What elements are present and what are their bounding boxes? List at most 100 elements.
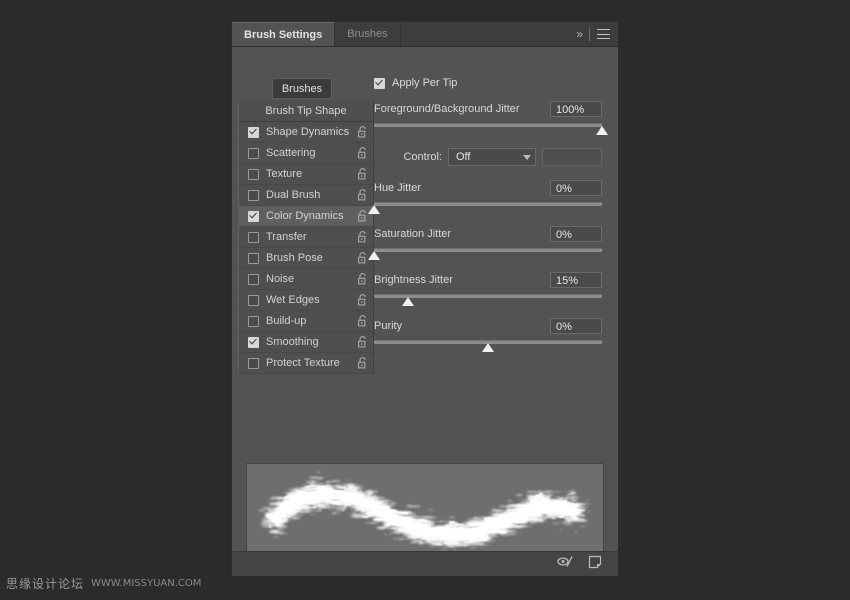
brush-tip-shape-header[interactable]: Brush Tip Shape	[239, 101, 373, 122]
hue-jitter-label: Hue Jitter	[374, 182, 422, 194]
option-checkbox[interactable]	[248, 315, 259, 327]
purity-thumb[interactable]	[482, 343, 494, 352]
saturation-jitter-value[interactable]: 0%	[550, 226, 602, 242]
option-checkbox[interactable]	[248, 357, 259, 369]
option-label: Wet Edges	[266, 294, 320, 306]
option-label: Texture	[266, 168, 303, 180]
option-checkbox[interactable]	[248, 231, 259, 243]
option-checkbox[interactable]	[248, 336, 259, 348]
brush-option-texture[interactable]: Texture	[239, 164, 373, 185]
option-checkbox[interactable]	[248, 294, 259, 306]
brush-option-color-dynamics[interactable]: Color Dynamics	[239, 206, 373, 227]
brightness-jitter-row: Brightness Jitter 15%	[374, 272, 602, 288]
fg-bg-jitter-track	[374, 123, 602, 127]
panel-tab-bar: Brush Settings Brushes »	[232, 22, 618, 47]
tab-brushes[interactable]: Brushes	[335, 22, 401, 46]
tab-brush-settings[interactable]: Brush Settings	[232, 22, 336, 46]
purity-row: Purity 0%	[374, 318, 602, 334]
option-checkbox[interactable]	[248, 210, 259, 222]
fg-bg-jitter-thumb[interactable]	[596, 126, 608, 135]
option-checkbox[interactable]	[248, 147, 259, 159]
tab-brush-settings-label: Brush Settings	[244, 28, 323, 41]
purity-slider[interactable]	[374, 338, 602, 355]
control-row: Control: Off	[374, 148, 602, 166]
apply-per-tip-checkbox[interactable]	[374, 77, 385, 89]
brush-option-transfer[interactable]: Transfer	[239, 227, 373, 248]
fg-bg-jitter-row: Foreground/Background Jitter 100%	[374, 101, 602, 117]
brush-option-smoothing[interactable]: Smoothing	[239, 332, 373, 353]
option-checkbox[interactable]	[248, 126, 259, 138]
option-label: Dual Brush	[266, 189, 321, 201]
hue-jitter-slider[interactable]	[368, 200, 602, 217]
control-extra-field[interactable]	[542, 148, 602, 166]
fg-bg-jitter-slider[interactable]	[374, 121, 608, 138]
brush-option-build-up[interactable]: Build-up	[239, 311, 373, 332]
lock-open-icon[interactable]	[357, 126, 368, 138]
control-dropdown[interactable]: Off	[448, 148, 536, 166]
brightness-jitter-thumb[interactable]	[402, 297, 415, 306]
panel-body: Brushes Brush Tip Shape Shape Dynamics Sc…	[232, 47, 618, 576]
option-checkbox[interactable]	[248, 168, 259, 180]
panel-menu-icon[interactable]	[597, 29, 610, 39]
brush-stroke-graphic	[264, 483, 584, 546]
hue-jitter-thumb[interactable]	[368, 205, 380, 214]
color-dynamics-controls: Apply Per Tip Foreground/Background Jitt…	[368, 77, 608, 364]
purity-value[interactable]: 0%	[550, 318, 602, 334]
watermark-cn: 思缘设计论坛	[6, 577, 85, 591]
option-checkbox[interactable]	[248, 273, 259, 285]
saturation-jitter-track	[374, 248, 602, 252]
toggle-brush-settings-icon[interactable]	[557, 555, 574, 573]
create-new-brush-icon[interactable]	[588, 555, 602, 574]
brush-option-protect-texture[interactable]: Protect Texture	[239, 353, 373, 374]
lock-open-icon[interactable]	[357, 147, 368, 159]
brush-stroke-preview	[246, 463, 604, 563]
apply-per-tip-row[interactable]: Apply Per Tip	[374, 77, 602, 89]
brush-option-wet-edges[interactable]: Wet Edges	[239, 290, 373, 311]
option-label: Protect Texture	[266, 357, 340, 369]
tab-brushes-label: Brushes	[347, 28, 388, 40]
lock-open-icon[interactable]	[357, 294, 368, 306]
brush-option-rows: Shape Dynamics Scattering Texture Dual Brus…	[239, 122, 373, 374]
brightness-jitter-slider[interactable]	[374, 292, 602, 309]
lock-open-icon[interactable]	[357, 315, 368, 327]
saturation-jitter-thumb[interactable]	[368, 251, 380, 260]
hue-jitter-value[interactable]: 0%	[550, 180, 602, 196]
brightness-jitter-label: Brightness Jitter	[374, 274, 453, 286]
brush-option-shape-dynamics[interactable]: Shape Dynamics	[239, 122, 373, 143]
brush-option-noise[interactable]: Noise	[239, 269, 373, 290]
brush-option-scattering[interactable]: Scattering	[239, 143, 373, 164]
watermark-en: WWW.MISSYUAN.COM	[91, 578, 202, 589]
option-checkbox[interactable]	[248, 252, 259, 264]
lock-open-icon[interactable]	[357, 252, 368, 264]
saturation-jitter-slider[interactable]	[368, 246, 602, 263]
lock-open-icon[interactable]	[357, 168, 368, 180]
brush-settings-panel: Brush Settings Brushes » Brushes Brush T…	[232, 22, 618, 576]
fg-bg-jitter-label: Foreground/Background Jitter	[374, 103, 520, 115]
brush-option-dual-brush[interactable]: Dual Brush	[239, 185, 373, 206]
saturation-jitter-label: Saturation Jitter	[374, 228, 452, 240]
lock-open-icon[interactable]	[357, 273, 368, 285]
option-label: Smoothing	[266, 336, 319, 348]
lock-open-icon[interactable]	[357, 210, 368, 222]
brushes-button-label: Brushes	[281, 82, 323, 95]
option-label: Noise	[266, 273, 295, 285]
control-dropdown-value: Off	[456, 151, 471, 163]
brush-tip-shape-label: Brush Tip Shape	[265, 105, 347, 117]
collapse-to-icons-icon[interactable]: »	[576, 27, 583, 41]
lock-open-icon[interactable]	[357, 357, 368, 369]
watermark: 思缘设计论坛 WWW.MISSYUAN.COM	[6, 575, 201, 592]
lock-open-icon[interactable]	[357, 336, 368, 348]
lock-open-icon[interactable]	[357, 231, 368, 243]
option-label: Shape Dynamics	[266, 126, 350, 138]
brightness-jitter-value[interactable]: 15%	[550, 272, 602, 288]
fg-bg-jitter-value[interactable]: 100%	[550, 101, 602, 117]
purity-label: Purity	[374, 320, 403, 332]
panel-header-icons: »	[576, 22, 618, 46]
brushes-button[interactable]: Brushes	[272, 78, 332, 99]
option-label: Transfer	[266, 231, 307, 243]
header-divider	[589, 27, 590, 41]
brush-option-brush-pose[interactable]: Brush Pose	[239, 248, 373, 269]
lock-open-icon[interactable]	[357, 189, 368, 201]
option-checkbox[interactable]	[248, 189, 259, 201]
option-label: Build-up	[266, 315, 307, 327]
